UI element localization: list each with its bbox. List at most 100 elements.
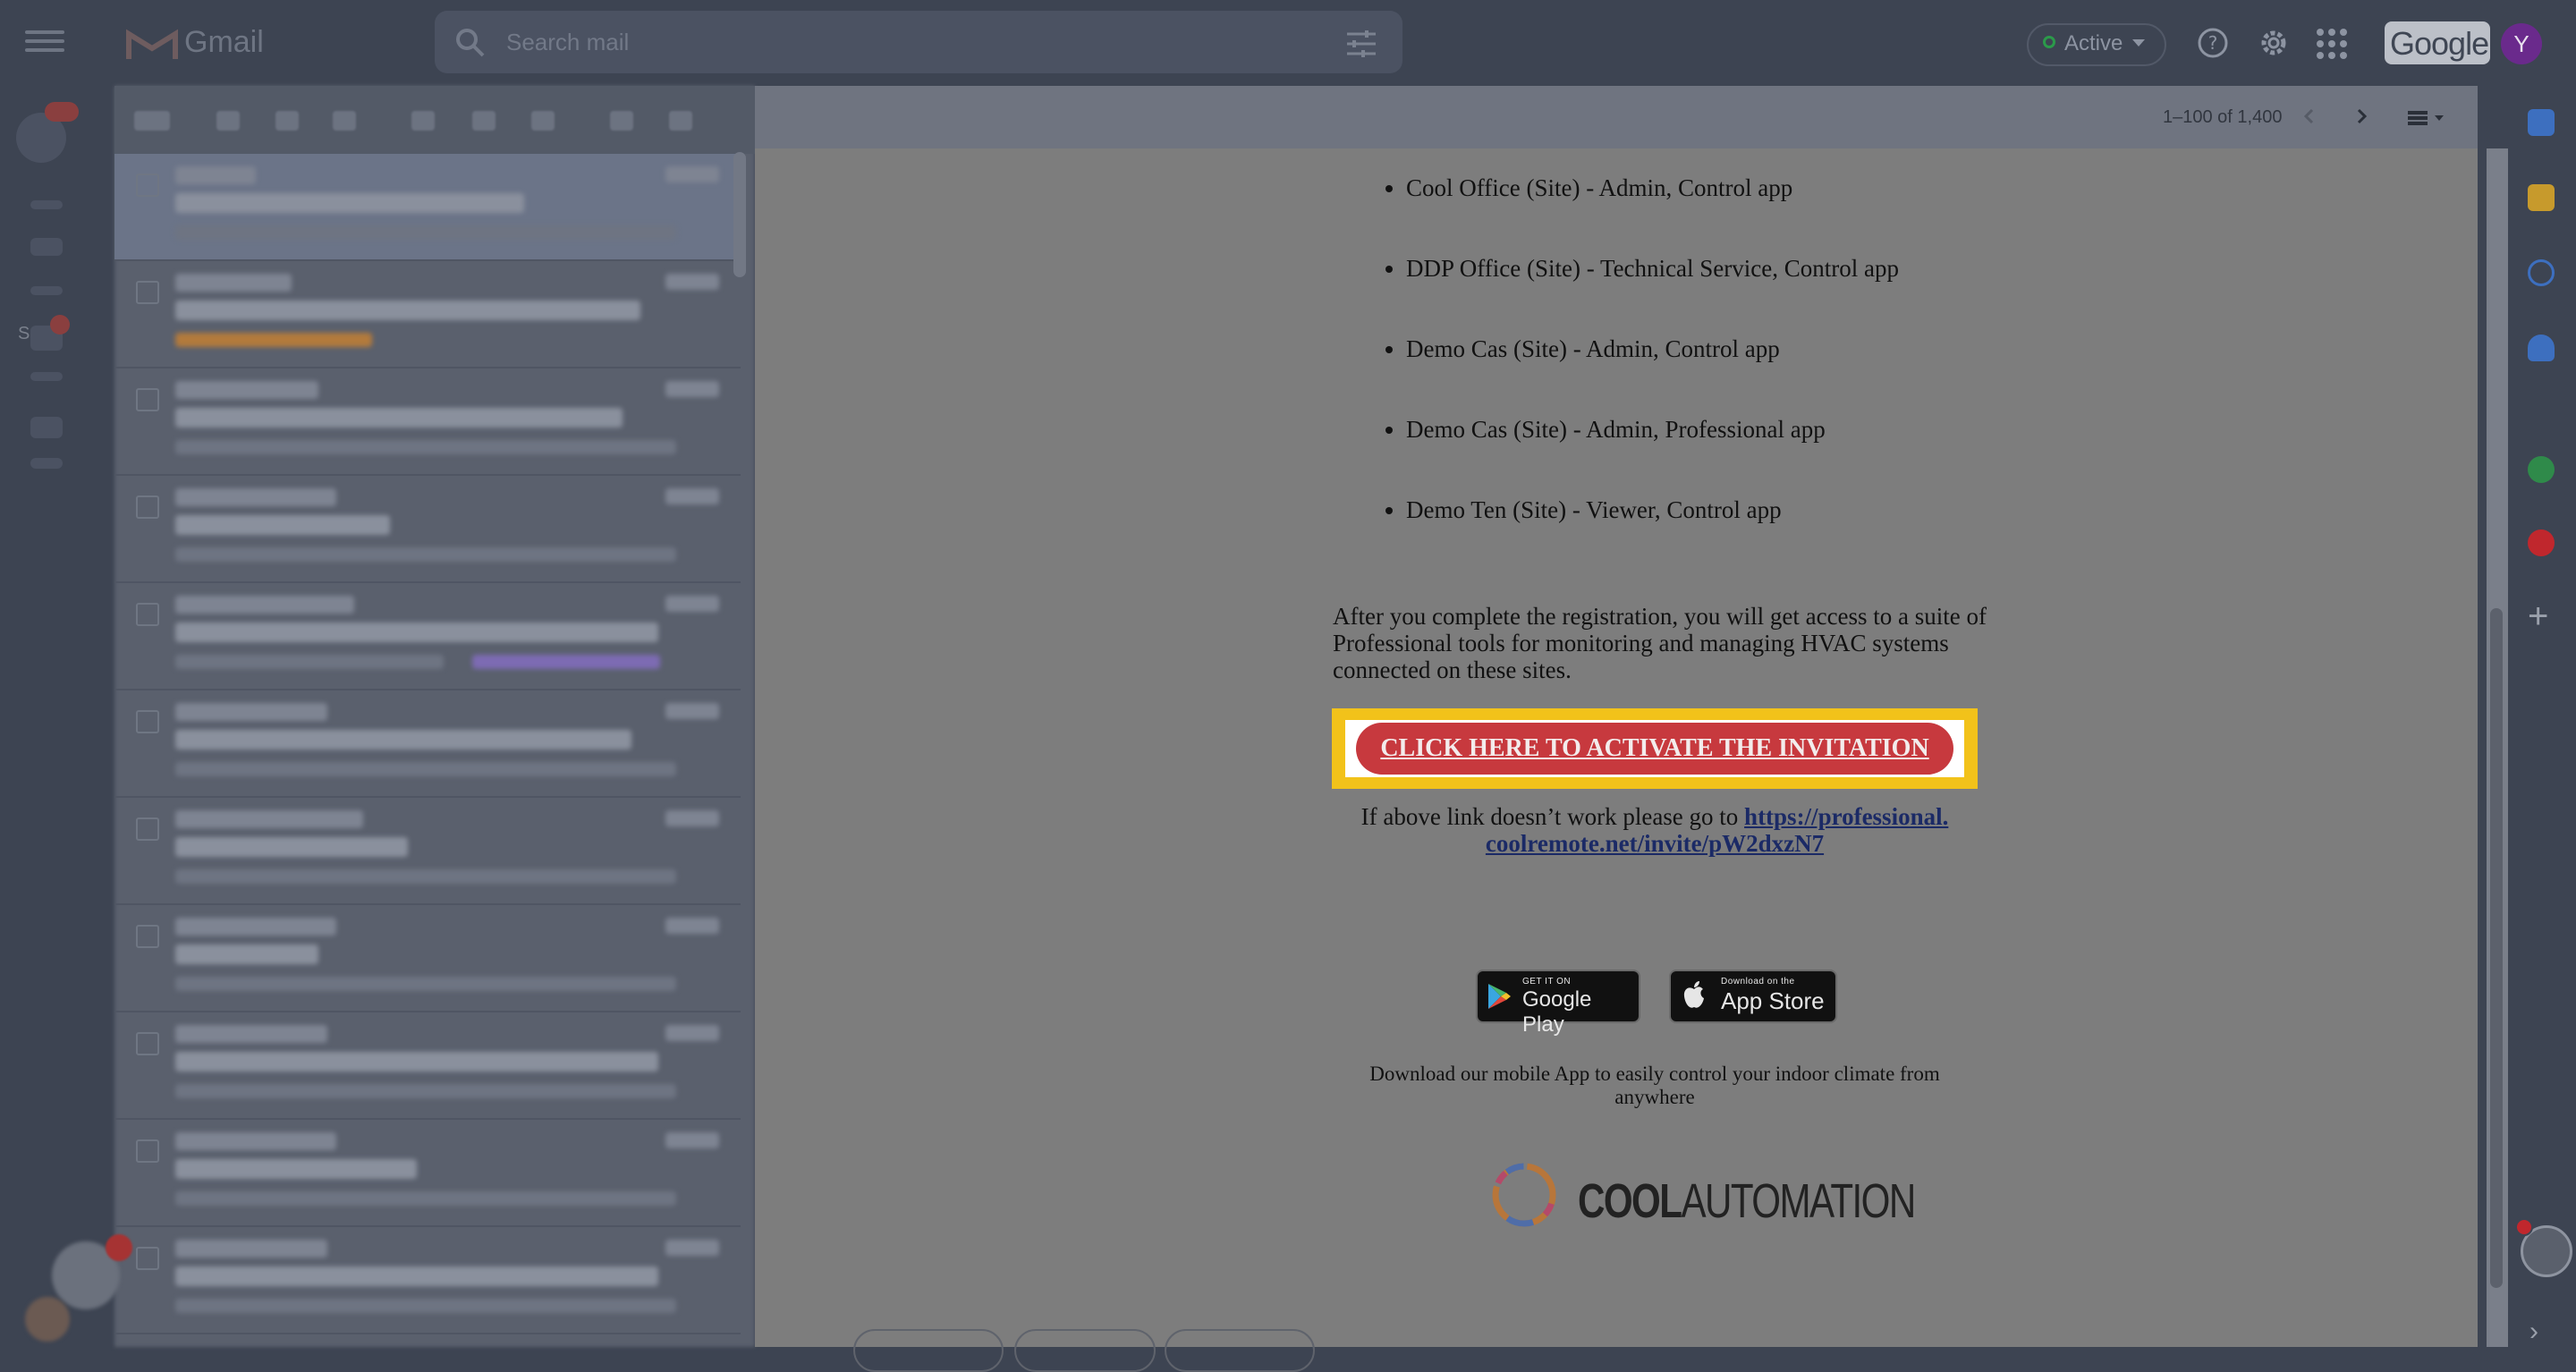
app-store-badge[interactable]: Download on the App Store [1669, 970, 1837, 1023]
chevron-right-panel-icon[interactable]: › [2529, 1317, 2538, 1347]
tasks-icon[interactable] [2528, 259, 2555, 286]
chevron-right-icon[interactable] [2351, 106, 2372, 127]
list-item[interactable] [114, 1227, 741, 1334]
row-date [665, 381, 719, 397]
list-item[interactable] [114, 905, 741, 1012]
select-all-checkbox[interactable] [134, 111, 170, 131]
list-item[interactable] [114, 476, 741, 583]
row-checkbox[interactable] [136, 495, 159, 519]
row-snippet [175, 1084, 676, 1098]
caret-down-icon [2132, 39, 2145, 47]
split-pane-toggle-icon[interactable] [2406, 109, 2445, 127]
forward-button[interactable] [1165, 1329, 1315, 1372]
meet-icon[interactable] [30, 417, 63, 438]
mark-read-icon[interactable] [411, 111, 435, 131]
row-snippet [175, 440, 676, 454]
row-sender [175, 488, 336, 506]
contacts-icon[interactable] [2528, 335, 2555, 361]
unread-badge [45, 102, 79, 122]
row-date [665, 703, 719, 719]
row-checkbox[interactable] [136, 388, 159, 411]
invite-link-line1[interactable]: https://professional. [1744, 803, 1948, 830]
app-store-big-text: App Store [1721, 987, 1825, 1014]
google-apps-icon[interactable] [2317, 29, 2347, 59]
activate-invitation-button[interactable]: CLICK HERE TO ACTIVATE THE INVITATION [1356, 723, 1953, 775]
keep-icon[interactable] [2528, 184, 2555, 211]
row-checkbox[interactable] [136, 1139, 159, 1163]
row-checkbox[interactable] [136, 925, 159, 948]
row-date [665, 274, 719, 290]
row-checkbox[interactable] [136, 817, 159, 841]
site-item: Demo Ten (Site) - Viewer, Control app [1406, 494, 1899, 574]
search-input[interactable]: Search mail [506, 29, 629, 56]
archive-icon[interactable] [216, 111, 240, 131]
list-item[interactable] [114, 154, 741, 261]
invite-link-line2[interactable]: coolremote.net/invite/pW2dxzN7 [1486, 830, 1824, 857]
list-item[interactable] [114, 1120, 741, 1227]
chevron-left-icon[interactable] [2299, 106, 2320, 127]
main-menu-icon[interactable] [25, 25, 64, 61]
notification-dot [2515, 1218, 2533, 1236]
gmail-wordmark[interactable]: Gmail [184, 25, 264, 60]
label-icon[interactable] [669, 111, 692, 131]
row-checkbox[interactable] [136, 1247, 159, 1270]
pagination-count: 1–100 of 1,400 [2163, 107, 2283, 127]
row-snippet [175, 977, 676, 991]
google-wordmark[interactable]: Google [2390, 25, 2489, 63]
calendar-icon[interactable] [2528, 109, 2555, 136]
row-attachment-chip[interactable] [175, 333, 372, 347]
status-label: Active [2064, 31, 2123, 55]
reply-button[interactable] [853, 1329, 1004, 1372]
list-item[interactable] [114, 690, 741, 798]
search-options-icon[interactable] [1345, 29, 1377, 59]
chat-head-avatar-small[interactable] [25, 1297, 70, 1342]
row-checkbox[interactable] [136, 1032, 159, 1055]
row-sender [175, 1240, 327, 1258]
chat-icon[interactable] [30, 238, 63, 256]
list-item[interactable] [114, 261, 741, 368]
row-date [665, 1025, 719, 1041]
list-item[interactable] [114, 583, 741, 690]
row-sender [175, 703, 327, 721]
row-date [665, 596, 719, 612]
row-subject [175, 515, 390, 535]
spaces-badge [50, 315, 70, 335]
add-addon-icon[interactable]: + [2528, 598, 2548, 634]
row-sender [175, 166, 256, 184]
account-avatar[interactable]: Y [2501, 23, 2542, 64]
row-checkbox[interactable] [136, 174, 159, 197]
row-sender [175, 596, 354, 614]
row-date [665, 918, 719, 934]
addon-green-icon[interactable] [2528, 456, 2555, 483]
coolautomation-logo-icon [1492, 1163, 1556, 1227]
add-task-icon[interactable] [531, 111, 555, 131]
settings-gear-icon[interactable] [2256, 25, 2292, 61]
move-to-icon[interactable] [610, 111, 633, 131]
list-scrollbar[interactable] [733, 152, 746, 277]
row-checkbox[interactable] [136, 603, 159, 626]
gmail-logo-icon[interactable] [125, 27, 179, 63]
status-dot-icon [2043, 36, 2055, 48]
snooze-icon[interactable] [472, 111, 496, 131]
site-item: Demo Cas (Site) - Admin, Professional ap… [1406, 413, 1899, 494]
list-toolbar [114, 86, 755, 154]
list-item[interactable] [114, 368, 741, 476]
report-spam-icon[interactable] [275, 111, 299, 131]
row-checkbox[interactable] [136, 710, 159, 733]
list-item[interactable] [114, 1012, 741, 1120]
row-label-chip[interactable] [472, 655, 660, 669]
addon-red-icon[interactable] [2528, 529, 2555, 556]
help-icon[interactable]: ? [2197, 27, 2229, 59]
row-checkbox[interactable] [136, 281, 159, 304]
app-store-small-text: Download on the [1721, 977, 1795, 987]
search-icon[interactable] [453, 25, 488, 61]
list-item[interactable] [114, 798, 741, 905]
row-date [665, 1240, 719, 1256]
chat-unread-badge [106, 1234, 132, 1261]
message-scrollbar-thumb[interactable] [2490, 608, 2503, 1288]
row-snippet [175, 655, 444, 669]
reply-all-button[interactable] [1014, 1329, 1156, 1372]
google-play-badge[interactable]: GET IT ON Google Play [1476, 970, 1640, 1037]
row-snippet [175, 869, 676, 884]
delete-icon[interactable] [333, 111, 356, 131]
